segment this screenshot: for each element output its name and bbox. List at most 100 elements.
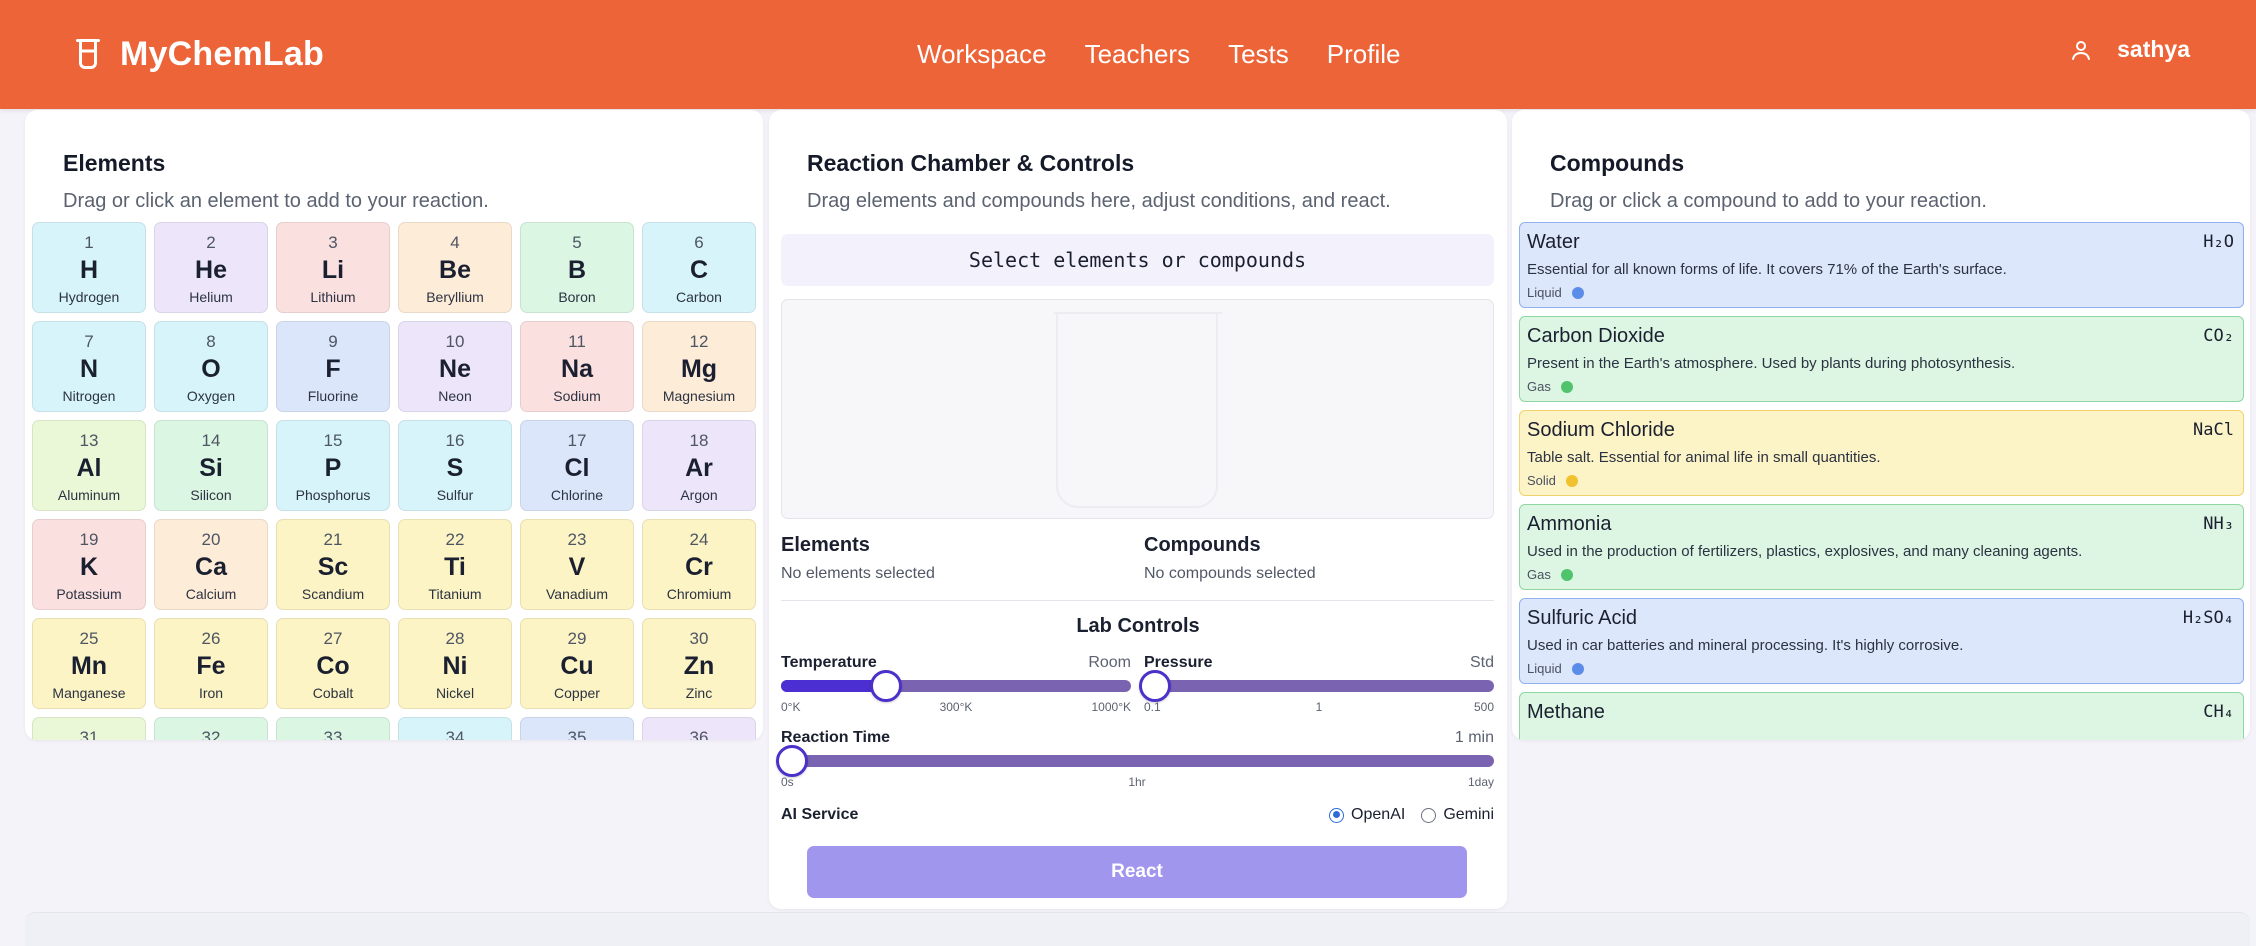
element-tile[interactable]: 13 Al Aluminum — [32, 420, 146, 511]
beaker-illustration — [1054, 312, 1222, 508]
nav-teachers[interactable]: Teachers — [1085, 35, 1191, 73]
element-tile[interactable]: 23 V Vanadium — [520, 519, 634, 610]
pressure-tick-max: 500 — [1473, 700, 1494, 714]
pressure-slider[interactable] — [1139, 670, 1494, 702]
element-number: 22 — [445, 530, 465, 549]
element-tile[interactable]: 8 O Oxygen — [154, 321, 268, 412]
reaction-time-slider-thumb[interactable] — [776, 745, 808, 777]
compound-card[interactable]: Methane CH₄ — [1519, 692, 2244, 740]
element-symbol: Co — [316, 652, 350, 680]
compound-state-label: Solid — [1527, 473, 1556, 488]
nav-profile[interactable]: Profile — [1327, 35, 1401, 73]
element-number: 2 — [206, 233, 216, 252]
react-button[interactable]: React — [807, 846, 1467, 898]
gemini-label[interactable]: Gemini — [1443, 806, 1494, 824]
compound-formula: H₂SO₄ — [2182, 608, 2234, 628]
element-tile[interactable]: 34 — [398, 717, 512, 740]
element-tile[interactable]: 9 F Fluorine — [276, 321, 390, 412]
compound-card[interactable]: Ammonia NH₃ Used in the production of fert… — [1519, 504, 2244, 590]
element-tile[interactable]: 20 Ca Calcium — [154, 519, 268, 610]
element-tile[interactable]: 18 Ar Argon — [642, 420, 756, 511]
divider — [781, 600, 1494, 601]
element-tile[interactable]: 12 Mg Magnesium — [642, 321, 756, 412]
element-tile[interactable]: 1 H Hydrogen — [32, 222, 146, 313]
compound-state: Liquid — [1527, 661, 1584, 676]
element-tile[interactable]: 22 Ti Titanium — [398, 519, 512, 610]
element-name: Phosphorus — [295, 487, 371, 503]
brand[interactable]: MyChemLab — [70, 34, 324, 74]
element-tile[interactable]: 29 Cu Copper — [520, 618, 634, 709]
temperature-tick-mid: 300°K — [939, 700, 973, 714]
gemini-radio[interactable] — [1421, 807, 1437, 823]
nav-workspace[interactable]: Workspace — [917, 35, 1047, 73]
element-number: 35 — [567, 728, 587, 740]
element-symbol: Cu — [560, 652, 594, 680]
pressure-slider-thumb[interactable] — [1139, 670, 1171, 702]
top-navbar: MyChemLab Workspace Teachers Tests Profi… — [0, 0, 2256, 109]
element-tile[interactable]: 4 Be Beryllium — [398, 222, 512, 313]
element-tile[interactable]: 33 — [276, 717, 390, 740]
elements-panel-subtitle: Drag or click an element to add to your … — [63, 190, 489, 212]
element-tile[interactable]: 28 Ni Nickel — [398, 618, 512, 709]
element-symbol: V — [568, 553, 586, 581]
compound-card[interactable]: Carbon Dioxide CO₂ Present in the Earth's … — [1519, 316, 2244, 402]
compound-description: Used in car batteries and mineral proces… — [1527, 637, 1964, 654]
element-name: Scandium — [301, 586, 365, 602]
pressure-tick-mid: 1 — [1315, 700, 1323, 714]
reaction-time-slider[interactable] — [776, 745, 1494, 777]
element-tile[interactable]: 24 Cr Chromium — [642, 519, 756, 610]
element-tile[interactable]: 15 P Phosphorus — [276, 420, 390, 511]
temperature-slider-thumb[interactable] — [870, 670, 902, 702]
openai-label[interactable]: OpenAI — [1351, 806, 1405, 824]
element-tile[interactable]: 11 Na Sodium — [520, 321, 634, 412]
element-tile[interactable]: 31 — [32, 717, 146, 740]
element-tile[interactable]: 21 Sc Scandium — [276, 519, 390, 610]
element-tile[interactable]: 2 He Helium — [154, 222, 268, 313]
element-name: Manganese — [52, 685, 126, 701]
element-symbol: Zn — [683, 652, 715, 680]
bottom-panel-edge — [25, 912, 2250, 946]
selection-prompt: Select elements or compounds — [781, 234, 1494, 286]
element-tile[interactable]: 30 Zn Zinc — [642, 618, 756, 709]
compound-card[interactable]: Sulfuric Acid H₂SO₄ Used in car batteries … — [1519, 598, 2244, 684]
element-tile[interactable]: 10 Ne Neon — [398, 321, 512, 412]
element-tile[interactable]: 7 N Nitrogen — [32, 321, 146, 412]
element-tile[interactable]: 5 B Boron — [520, 222, 634, 313]
compound-card[interactable]: Water H₂O Essential for all known forms of… — [1519, 222, 2244, 308]
element-name: Zinc — [685, 685, 713, 701]
temperature-slider[interactable] — [781, 670, 1131, 702]
element-tile[interactable]: 17 Cl Chlorine — [520, 420, 634, 511]
element-grid: 1 H Hydrogen 2 He Helium 3 Li Lithium 4 Be Berylliu… — [32, 222, 758, 740]
element-number: 24 — [689, 530, 709, 549]
element-tile[interactable]: 16 S Sulfur — [398, 420, 512, 511]
compound-list: Water H₂O Essential for all known forms of… — [1519, 222, 2244, 740]
element-symbol: Ne — [439, 355, 471, 383]
element-number: 20 — [201, 530, 221, 549]
reaction-chamber-dropzone[interactable] — [781, 299, 1494, 519]
compound-name: Sulfuric Acid — [1527, 607, 1638, 629]
user-menu[interactable]: sathya — [2069, 36, 2190, 63]
element-symbol: F — [325, 355, 341, 383]
element-tile[interactable]: 6 C Carbon — [642, 222, 756, 313]
element-tile[interactable]: 35 — [520, 717, 634, 740]
nav-tests[interactable]: Tests — [1228, 35, 1289, 73]
compound-card[interactable]: Sodium Chloride NaCl Table salt. Essential… — [1519, 410, 2244, 496]
element-symbol: K — [79, 553, 99, 581]
openai-radio[interactable] — [1329, 807, 1345, 823]
element-tile[interactable]: 19 K Potassium — [32, 519, 146, 610]
element-tile[interactable]: 27 Co Cobalt — [276, 618, 390, 709]
element-tile[interactable]: 25 Mn Manganese — [32, 618, 146, 709]
lab-controls-title: Lab Controls — [1076, 615, 1200, 637]
compound-description: Table salt. Essential for animal life in… — [1527, 449, 1881, 466]
element-tile[interactable]: 14 Si Silicon — [154, 420, 268, 511]
username: sathya — [2117, 36, 2190, 62]
element-name: Silicon — [190, 487, 232, 503]
element-symbol: S — [446, 454, 464, 482]
element-tile[interactable]: 3 Li Lithium — [276, 222, 390, 313]
element-tile[interactable]: 36 — [642, 717, 756, 740]
element-symbol: P — [324, 454, 342, 482]
element-tile[interactable]: 26 Fe Iron — [154, 618, 268, 709]
compound-formula: CO₂ — [2203, 326, 2234, 346]
compound-description: Present in the Earth's atmosphere. Used … — [1527, 355, 2016, 372]
element-tile[interactable]: 32 — [154, 717, 268, 740]
